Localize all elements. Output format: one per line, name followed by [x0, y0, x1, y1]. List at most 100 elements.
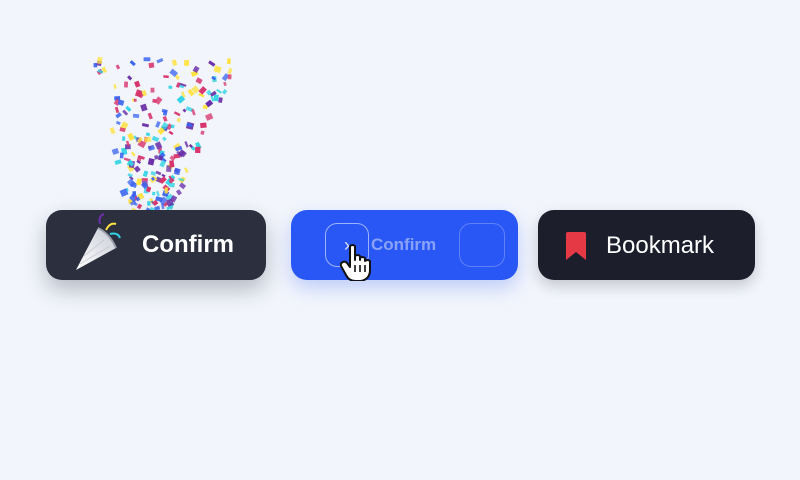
- confetti-piece: [158, 147, 162, 154]
- confetti-piece: [190, 70, 199, 78]
- confetti-piece: [191, 85, 200, 94]
- confetti-piece: [176, 118, 181, 123]
- confetti-piece: [113, 84, 117, 89]
- confetti-piece: [157, 152, 166, 161]
- confetti-piece: [161, 190, 170, 198]
- confetti-piece: [223, 81, 227, 87]
- confetti-piece: [163, 75, 169, 79]
- confetti-piece: [150, 170, 157, 176]
- confetti-piece: [213, 94, 219, 102]
- confetti-piece: [181, 91, 186, 98]
- confetti-piece: [159, 159, 167, 168]
- confetti-piece: [114, 159, 122, 165]
- confetti-piece: [160, 203, 165, 210]
- confetti-piece: [133, 165, 141, 173]
- confetti-piece: [174, 145, 183, 152]
- confetti-piece: [208, 60, 216, 67]
- confetti-piece: [161, 157, 167, 163]
- confetti-piece: [169, 160, 175, 168]
- confetti-piece: [141, 178, 148, 181]
- confetti-piece: [165, 177, 173, 186]
- confetti-piece: [127, 132, 135, 141]
- confetti-piece: [134, 89, 143, 98]
- confetti-piece: [164, 187, 168, 194]
- confetti-piece: [125, 140, 130, 147]
- confetti-piece: [131, 192, 137, 198]
- confetti-piece: [161, 108, 168, 114]
- confetti-piece: [127, 75, 133, 81]
- confetti-piece: [160, 122, 169, 131]
- confetti-piece: [185, 106, 194, 112]
- confetti-piece: [212, 75, 216, 81]
- slide-target: [459, 223, 505, 267]
- confetti-piece: [154, 141, 163, 150]
- confetti-piece: [227, 74, 232, 80]
- confetti-piece: [168, 175, 172, 180]
- confetti-piece: [200, 130, 205, 135]
- confetti-piece: [186, 122, 193, 128]
- confetti-piece: [158, 155, 163, 161]
- confetti-piece: [127, 159, 135, 167]
- confetti-piece: [136, 136, 143, 143]
- confetti-piece: [137, 192, 145, 200]
- confetti-piece: [117, 99, 125, 106]
- confetti-piece: [143, 136, 148, 143]
- confetti-piece: [113, 98, 121, 107]
- confetti-piece: [168, 182, 175, 188]
- confetti-piece: [134, 80, 141, 88]
- confetti-piece: [155, 177, 161, 183]
- confetti-piece: [154, 155, 159, 160]
- confetti-piece: [148, 145, 152, 149]
- bookmark-icon: [566, 232, 586, 260]
- slide-to-confirm-button[interactable]: › Confirm: [291, 210, 518, 280]
- confetti-piece: [101, 66, 107, 74]
- confetti-piece: [132, 191, 137, 196]
- confetti-piece: [148, 62, 155, 69]
- confetti-piece: [128, 199, 133, 204]
- confetti-piece: [168, 202, 175, 210]
- confetti-piece: [125, 144, 131, 150]
- confetti-piece: [129, 60, 136, 67]
- confetti-piece: [129, 193, 138, 203]
- confetti-piece: [165, 193, 174, 202]
- confetti-piece: [173, 153, 181, 159]
- bookmark-button[interactable]: Bookmark: [538, 210, 755, 280]
- confetti-piece: [166, 165, 172, 173]
- confetti-piece: [122, 109, 129, 116]
- confetti-piece: [158, 176, 167, 185]
- confetti-piece: [177, 149, 186, 158]
- confetti-piece: [205, 113, 214, 121]
- confetti-piece: [221, 73, 230, 82]
- confetti-piece: [170, 124, 175, 129]
- confetti-piece: [198, 92, 205, 98]
- confetti-piece: [161, 173, 166, 178]
- confetti-piece: [127, 178, 136, 188]
- confetti-piece: [121, 147, 128, 155]
- confetti-piece: [162, 136, 167, 142]
- confetti-piece: [178, 182, 187, 190]
- confetti-piece: [192, 65, 200, 73]
- confetti-piece: [124, 81, 128, 88]
- confetti-piece: [173, 167, 181, 176]
- confetti-piece: [168, 177, 175, 184]
- confetti-piece: [155, 176, 163, 183]
- confetti-piece: [126, 163, 135, 172]
- confetti-piece: [155, 121, 161, 128]
- confetti-piece: [178, 177, 185, 182]
- confetti-piece: [168, 85, 173, 90]
- confetti-piece: [137, 139, 147, 149]
- confetti-piece: [97, 56, 103, 64]
- confetti-piece: [125, 105, 132, 112]
- confetti-piece: [125, 188, 129, 192]
- confetti-piece: [152, 98, 157, 104]
- slide-confirm-label: Confirm: [371, 235, 437, 254]
- confetti-piece: [147, 201, 151, 206]
- confetti-piece: [93, 63, 98, 68]
- confetti-piece: [169, 68, 179, 78]
- confetti-piece: [140, 181, 149, 190]
- confetti-piece: [136, 137, 142, 143]
- confetti-piece: [136, 159, 142, 164]
- hand-pointer-icon: [340, 244, 371, 281]
- confetti-piece: [184, 141, 189, 148]
- confetti-piece: [188, 144, 195, 150]
